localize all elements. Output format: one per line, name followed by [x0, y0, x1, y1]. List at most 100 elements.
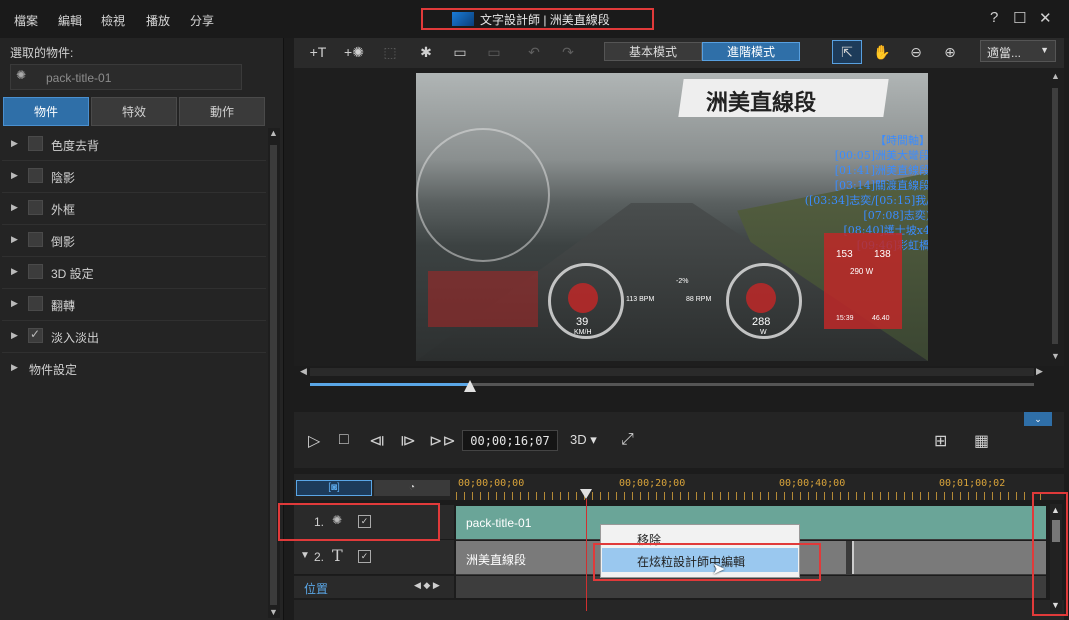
fullscreen-icon[interactable]: ⤢ [621, 431, 634, 449]
advanced-mode-button[interactable]: 進階模式 [702, 42, 800, 61]
scroll-down-icon[interactable]: ▼ [269, 607, 278, 617]
clip-label: 洲美直線段 [466, 553, 527, 567]
3d-mode-dropdown[interactable]: 3D ▾ [570, 432, 597, 448]
selected-object-field [10, 64, 242, 90]
left-scrollbar-thumb[interactable] [270, 145, 277, 605]
selected-object-value: pack-title-01 [46, 71, 112, 85]
prop-border[interactable]: ▶ 外框 [2, 193, 266, 225]
power-value: 288 [752, 316, 771, 328]
help-button[interactable]: ? [990, 9, 998, 26]
position-track-header[interactable]: 位置 ◀ ◆ ▶ [294, 576, 454, 598]
prop-object-settings[interactable]: ▶ 物件設定 [2, 353, 266, 384]
collapse-arrow-icon[interactable]: ▼ [300, 550, 310, 561]
timeline-line: [07:08]志奕) [863, 209, 928, 222]
3d-mode-label: 3D [570, 432, 587, 447]
chevron-down-icon[interactable]: ⌄ [1024, 412, 1052, 426]
prop-reflection[interactable]: ▶ 倒影 [2, 225, 266, 257]
next-frame-icon[interactable]: ⧐ [400, 431, 416, 451]
expand-arrow-icon[interactable]: ▶ [11, 362, 18, 373]
scroll-right-icon[interactable]: ▶ [1036, 366, 1043, 377]
timeline-ruler[interactable] [456, 492, 1046, 500]
prev-frame-icon[interactable]: ⧏ [369, 431, 385, 451]
scrub-thumb[interactable] [464, 380, 476, 392]
stat-right: 138 [874, 249, 891, 260]
video-preview[interactable]: 洲美直線段 【時間軸】 [00:05]洲美大彎段 [01:41]洲美直線段 [0… [416, 73, 928, 361]
select-tool-icon[interactable]: ⇱ [832, 40, 862, 64]
preview-v-scrollbar-thumb[interactable] [1052, 88, 1058, 344]
checkbox[interactable] [28, 168, 43, 183]
prop-fade[interactable]: ▶ 淡入淡出 [2, 321, 266, 353]
track-index: 2. [314, 550, 325, 564]
play-icon[interactable]: ▷ [308, 431, 320, 451]
checkbox[interactable] [28, 296, 43, 311]
fast-forward-icon[interactable]: ⊳⊳ [429, 431, 456, 451]
hand-tool-icon[interactable]: ✋ [868, 40, 896, 64]
expand-arrow-icon[interactable]: ▶ [11, 330, 18, 341]
scroll-up-icon[interactable]: ▲ [269, 128, 278, 138]
scroll-up-icon[interactable]: ▲ [1051, 71, 1060, 81]
position-label: 位置 [304, 582, 329, 596]
prop-3d-settings[interactable]: ▶ 3D 設定 [2, 257, 266, 289]
timeline-line: [03:14]關渡直線段 [834, 179, 928, 192]
stat-v2: 46.40 [872, 315, 890, 322]
selected-object-label: 選取的物件: [10, 46, 74, 60]
zoom-in-icon[interactable]: ⊕ [936, 40, 964, 64]
safe-zone-icon[interactable]: ⊞ [934, 431, 947, 451]
checkbox[interactable] [28, 232, 43, 247]
zoom-select[interactable]: 適當... ▼ [980, 40, 1056, 62]
timeline-clip-segment[interactable] [852, 541, 1046, 574]
add-particle-icon[interactable]: +✺ [340, 40, 368, 64]
stop-icon[interactable]: □ [339, 431, 349, 449]
highlight-box-title [421, 8, 654, 30]
add-effect-icon[interactable]: ✱ [412, 40, 440, 64]
checkbox[interactable] [28, 264, 43, 279]
expand-arrow-icon[interactable]: ▶ [11, 138, 18, 149]
close-button[interactable]: ✕ [1039, 9, 1052, 27]
ruler-timecode: 00;00;00;00 [458, 478, 525, 489]
basic-mode-button[interactable]: 基本模式 [604, 42, 702, 61]
playhead-handle[interactable] [580, 489, 592, 499]
maximize-button[interactable]: ☐ [1013, 9, 1026, 27]
tab-motion[interactable]: 動作 [179, 97, 265, 126]
heart-rate-value: 113 BPM [626, 296, 655, 303]
keyframe-nav-icon[interactable]: ◀ ◆ ▶ [414, 580, 440, 591]
preview-h-scrollbar[interactable] [310, 368, 1034, 376]
checkbox[interactable] [28, 200, 43, 215]
add-text-icon[interactable]: +T [304, 40, 332, 64]
checkbox-checked[interactable] [28, 327, 43, 343]
highlight-box-scrollbar [1032, 492, 1068, 616]
menu-share[interactable]: 分享 [190, 12, 214, 29]
tab-effect[interactable]: 特效 [91, 97, 177, 126]
timecode-display: 00;00;16;07 [462, 430, 558, 451]
checkbox[interactable] [28, 136, 43, 151]
scroll-left-icon[interactable]: ◀ [300, 366, 307, 377]
expand-arrow-icon[interactable]: ▶ [11, 266, 18, 277]
add-frame-icon[interactable]: ▭ [446, 40, 474, 64]
prop-flip[interactable]: ▶ 翻轉 [2, 289, 266, 321]
text-icon: T [332, 546, 343, 565]
menu-edit[interactable]: 編輯 [58, 12, 82, 29]
prop-label: 色度去背 [51, 139, 100, 153]
scroll-down-icon[interactable]: ▼ [1051, 351, 1060, 361]
prop-shadow[interactable]: ▶ 陰影 [2, 161, 266, 193]
menu-file[interactable]: 檔案 [14, 12, 38, 29]
tab-object[interactable]: 物件 [3, 97, 89, 126]
prop-chroma-key[interactable]: ▶ 色度去背 [2, 129, 266, 161]
track-visible-checkbox[interactable]: ✓ [358, 550, 371, 563]
grid-icon[interactable]: ▦ [974, 431, 989, 451]
zoom-select-value: 適當... [987, 46, 1022, 60]
speed-gauge-center [568, 283, 598, 313]
expand-arrow-icon[interactable]: ▶ [11, 202, 18, 213]
next-track-row [294, 600, 1064, 620]
track-header-2[interactable]: ▼ 2. T ✓ [294, 540, 454, 575]
timeline-tab-effect[interactable]: ◔ [374, 480, 450, 496]
expand-arrow-icon[interactable]: ▶ [11, 234, 18, 245]
menu-view[interactable]: 檢視 [101, 12, 125, 29]
menu-play[interactable]: 播放 [146, 12, 170, 29]
prop-label: 3D 設定 [51, 267, 94, 281]
expand-arrow-icon[interactable]: ▶ [11, 170, 18, 181]
expand-arrow-icon[interactable]: ▶ [11, 298, 18, 309]
zoom-out-icon[interactable]: ⊖ [902, 40, 930, 64]
timeline-line: [00:05]洲美大彎段 [834, 149, 928, 162]
timeline-tab-object[interactable]: [◙] [296, 480, 372, 496]
